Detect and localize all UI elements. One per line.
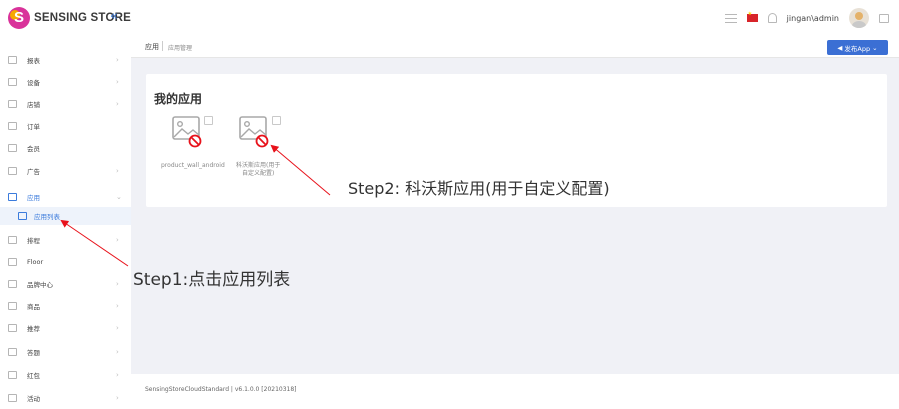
sidebar-item-schedule[interactable]: 排程 › (0, 229, 131, 251)
page-title: 我的应用 (154, 92, 203, 106)
sidebar-item-apps[interactable]: 应用 ⌄ (0, 186, 131, 208)
sidebar-item-label: 应用列表 (34, 213, 60, 221)
brand-icon (8, 280, 17, 288)
sidebar-item-brand-center[interactable]: 品牌中心 › (0, 273, 131, 295)
version-info: SensingStoreCloudStandard | v6.1.0.0 [20… (145, 386, 297, 393)
chevron-right-icon: › (116, 348, 119, 356)
logo-icon: S (8, 7, 30, 29)
sidebar-item-label: 红包 (27, 372, 40, 380)
store-icon (8, 100, 17, 108)
chart-icon (8, 56, 17, 64)
sidebar-item-products[interactable]: 商品 › (0, 295, 131, 317)
top-right-tools: jingan\admin (724, 6, 889, 30)
sidebar-item-label: 设备 (27, 79, 40, 87)
chevron-right-icon: › (116, 78, 119, 86)
ad-icon (8, 167, 17, 175)
sidebar-item-stores[interactable]: 店铺 › (0, 93, 131, 115)
china-flag-icon[interactable] (746, 11, 758, 22)
breadcrumb-current: 应用管理 (168, 45, 193, 52)
sidebar-item-label: 订单 (27, 123, 40, 131)
broken-image-icon (172, 116, 202, 148)
sidebar-item-floor[interactable]: Floor (0, 251, 131, 273)
chevron-right-icon: › (116, 167, 119, 175)
sidebar-item-label: 报表 (27, 57, 40, 65)
chevron-right-icon: › (116, 100, 119, 108)
schedule-icon (8, 236, 17, 244)
member-icon (8, 144, 17, 152)
breadcrumb-divider (162, 41, 163, 51)
chevron-right-icon: › (116, 236, 119, 244)
app-list-icon (18, 212, 27, 220)
order-icon (8, 122, 17, 130)
footer: SensingStoreCloudStandard | v6.1.0.0 [20… (131, 374, 899, 409)
sidebar-item-red-packet[interactable]: 红包 › (0, 364, 131, 386)
top-bar: S SENSING STORE « jingan\admin (0, 0, 899, 36)
chevron-right-icon: › (116, 371, 119, 379)
sidebar-item-recommend[interactable]: 推荐 › (0, 317, 131, 339)
app-name: 科沃斯应用(用于 自定义配置) (236, 162, 281, 177)
sidebar-item-reports[interactable]: 报表 › (0, 49, 131, 71)
avatar[interactable] (849, 8, 869, 28)
logout-icon[interactable] (879, 13, 889, 23)
chevron-right-icon: › (116, 302, 119, 310)
app-name: product_wall_android (161, 162, 225, 169)
event-icon (8, 394, 17, 402)
sidebar-item-label: 广告 (27, 168, 40, 176)
double-chevron-left-icon[interactable]: « (110, 9, 118, 24)
chevron-right-icon: › (116, 394, 119, 402)
bell-icon[interactable] (767, 13, 777, 23)
step1-annotation: Step1:点击应用列表 (133, 270, 291, 290)
star-icon (8, 324, 17, 332)
app-icon (8, 193, 17, 201)
chevron-right-icon: › (116, 324, 119, 332)
main-content: 应用 应用管理 ◀ 发布App ⌄ 我的应用 product_wall_andr… (131, 36, 899, 409)
sidebar-item-label: 应用 (27, 194, 40, 202)
sidebar-item-label: 推荐 (27, 325, 40, 333)
product-icon (8, 302, 17, 310)
sidebar-item-app-list[interactable]: 应用列表 (0, 207, 131, 225)
sidebar-item-label: 排程 (27, 237, 40, 245)
breadcrumb-root[interactable]: 应用 (145, 42, 159, 52)
username[interactable]: jingan\admin (787, 14, 839, 23)
red-packet-icon (8, 371, 17, 379)
sidebar-item-events[interactable]: 活动 › (0, 387, 131, 409)
chevron-down-icon: ⌄ (872, 43, 878, 52)
sidebar-item-devices[interactable]: 设备 › (0, 71, 131, 93)
step2-annotation: Step2: 科沃斯应用(用于自定义配置) (348, 179, 610, 198)
broken-image-icon (239, 116, 269, 148)
sidebar-item-label: 答题 (27, 349, 40, 357)
sidebar-item-label: Floor (27, 258, 44, 266)
send-icon: ◀ (837, 43, 843, 52)
chevron-right-icon: › (116, 280, 119, 288)
sidebar-item-label: 活动 (27, 395, 40, 403)
chevron-right-icon: › (116, 56, 119, 64)
menu-lines-icon[interactable] (724, 13, 737, 23)
sidebar-item-members[interactable]: 会员 (0, 137, 131, 159)
sidebar-item-orders[interactable]: 订单 (0, 115, 131, 137)
app-select-checkbox[interactable] (272, 116, 281, 125)
publish-app-button[interactable]: ◀ 发布App ⌄ (827, 40, 888, 55)
sub-header: 应用 应用管理 ◀ 发布App ⌄ (131, 36, 899, 58)
sidebar-item-label: 会员 (27, 145, 40, 153)
sidebar-item-quiz[interactable]: 答题 › (0, 341, 131, 363)
sidebar-item-label: 品牌中心 (27, 281, 53, 289)
device-icon (8, 78, 17, 86)
sidebar: 报表 › 设备 › 店铺 › 订单 会员 广告 › 应用 ⌄ 应用列表 排程 › (0, 36, 131, 409)
sidebar-item-ads[interactable]: 广告 › (0, 160, 131, 182)
publish-app-label: 发布App (844, 44, 871, 53)
sidebar-item-label: 店铺 (27, 101, 40, 109)
floor-icon (8, 258, 17, 266)
app-select-checkbox[interactable] (204, 116, 213, 125)
sidebar-item-label: 商品 (27, 303, 40, 311)
chevron-down-icon: ⌄ (116, 193, 122, 201)
pen-icon (8, 348, 17, 356)
